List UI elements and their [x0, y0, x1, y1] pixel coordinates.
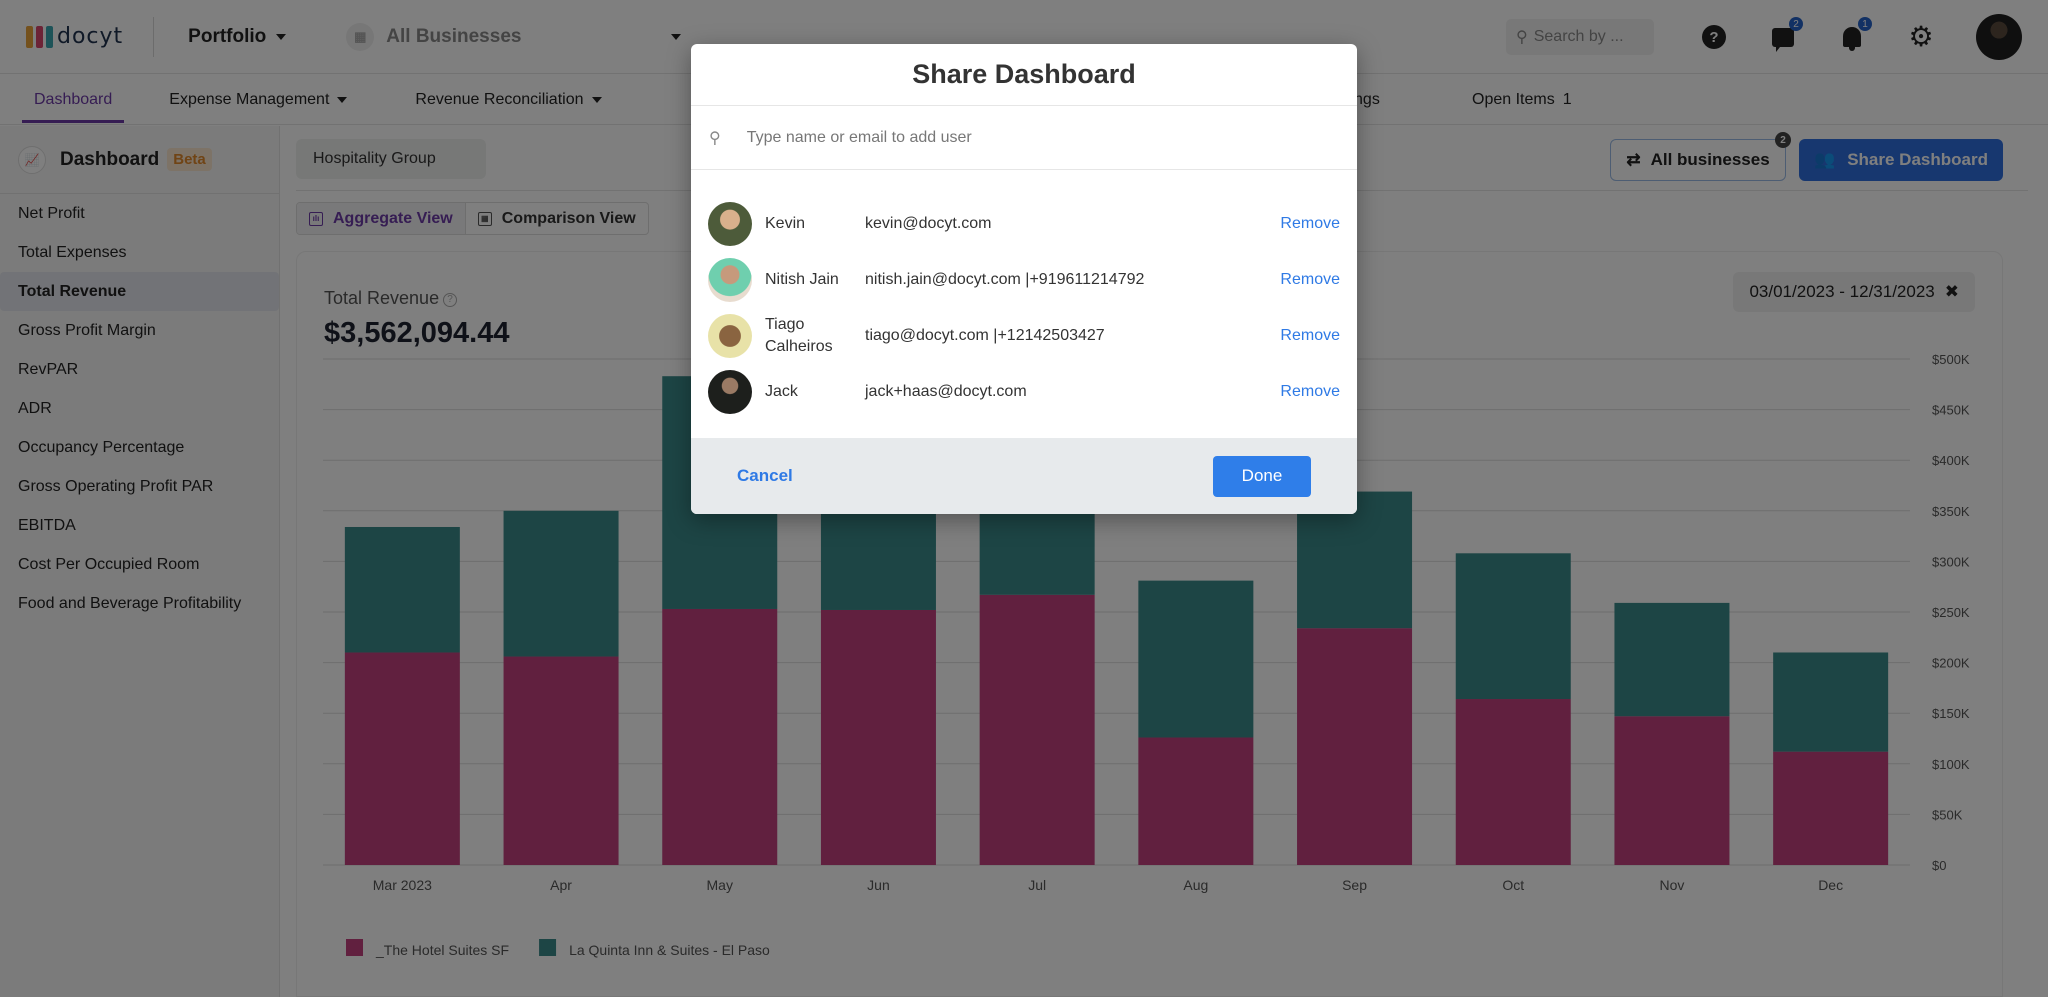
user-avatar	[708, 314, 752, 358]
user-contact: tiago@docyt.com |+12142503427	[865, 327, 1105, 344]
share-dashboard-modal: Share Dashboard ⚲ Kevin kevin@docyt.com Re…	[691, 44, 1357, 514]
user-row: Nitish Jain nitish.jain@docyt.com |+91961…	[691, 252, 1357, 308]
search-icon: ⚲	[709, 129, 721, 147]
remove-user-button[interactable]: Remove	[1280, 383, 1340, 401]
modal-title: Share Dashboard	[691, 44, 1357, 106]
user-contact: nitish.jain@docyt.com |+919611214792	[865, 271, 1145, 288]
shared-users-list: Kevin kevin@docyt.com Remove Nitish Jain nit…	[691, 170, 1357, 420]
user-contact: kevin@docyt.com	[865, 215, 992, 232]
user-contact: jack+haas@docyt.com	[865, 383, 1027, 400]
user-name: Kevin	[765, 215, 806, 232]
user-avatar	[708, 370, 752, 414]
add-user-input[interactable]	[746, 128, 1307, 147]
remove-user-button[interactable]: Remove	[1280, 271, 1340, 289]
user-row: Jack jack+haas@docyt.com Remove	[691, 364, 1357, 420]
add-user-search: ⚲	[691, 106, 1357, 170]
remove-user-button[interactable]: Remove	[1280, 327, 1340, 345]
user-row: Tiago Calheiros tiago@docyt.com |+1214250…	[691, 308, 1357, 364]
user-avatar	[708, 202, 752, 246]
modal-footer: Cancel Done	[691, 438, 1357, 514]
remove-user-button[interactable]: Remove	[1280, 215, 1340, 233]
user-name: Jack	[765, 383, 798, 400]
user-name: Nitish Jain	[765, 271, 839, 288]
user-row: Kevin kevin@docyt.com Remove	[691, 196, 1357, 252]
user-name: Tiago Calheiros	[765, 316, 833, 355]
user-avatar	[708, 258, 752, 302]
done-button[interactable]: Done	[1213, 455, 1311, 497]
cancel-button[interactable]: Cancel	[737, 466, 793, 486]
